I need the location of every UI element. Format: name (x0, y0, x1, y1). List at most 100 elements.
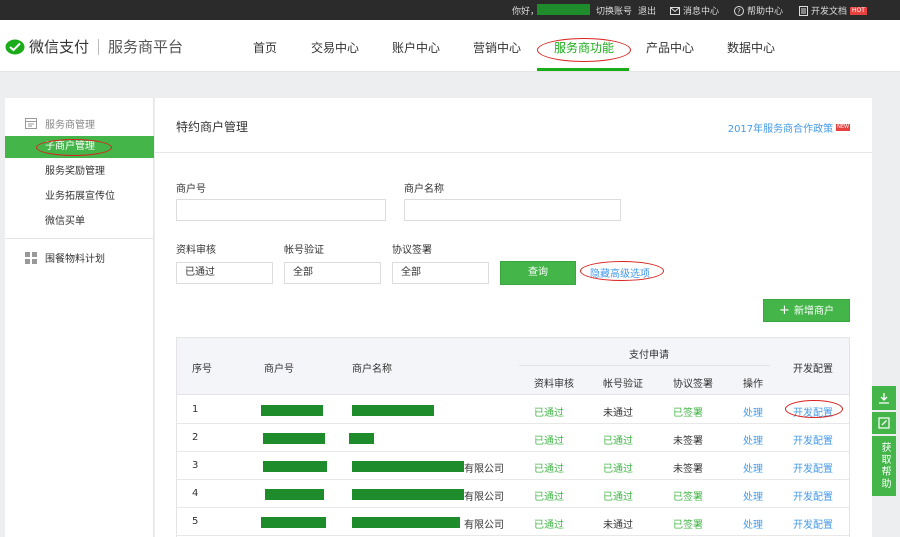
sidebar-item-wechat-bill[interactable]: 微信买单 (5, 211, 154, 233)
nav-marketing[interactable]: 营销中心 (473, 39, 521, 56)
add-merchant-button[interactable]: + 新增商户 (763, 299, 850, 322)
header: 微信支付 服务商平台 首页 交易中心 账户中心 营销中心 服务商功能 产品中心 … (0, 20, 900, 72)
account-verify-select[interactable]: 全部 (284, 262, 381, 284)
nav-data[interactable]: 数据中心 (727, 39, 775, 56)
nav-transactions[interactable]: 交易中心 (311, 39, 359, 56)
hot-badge: HOT (850, 6, 867, 15)
row-dev-config-link[interactable]: 开发配置 (793, 460, 833, 475)
edit-icon (878, 417, 890, 429)
document-icon (799, 5, 808, 16)
row-seq: 2 (192, 432, 199, 443)
download-button[interactable] (872, 386, 896, 410)
row-agreement-status: 已签署 (673, 408, 703, 419)
col-agreement: 协议签署 (673, 379, 713, 390)
mail-icon (670, 6, 680, 15)
nav-products[interactable]: 产品中心 (646, 39, 694, 56)
row-agreement-status: 未签署 (673, 464, 703, 475)
annotation-circle (537, 38, 631, 62)
policy-link[interactable]: 2017年服务商合作政策 NEW (728, 120, 850, 135)
add-merchant-label: 新增商户 (793, 306, 834, 317)
get-help-label: 获取帮助 (879, 442, 890, 490)
query-button[interactable]: 查询 (500, 261, 576, 285)
policy-link-label: 2017年服务商合作政策 (727, 124, 834, 135)
col-merchant-id: 商户号 (264, 364, 294, 375)
review-label: 资料审核 (176, 245, 216, 256)
row-review-status: 已通过 (534, 464, 564, 475)
dev-docs-link[interactable]: 开发文档 HOT (799, 4, 867, 17)
agreement-select[interactable]: 全部 (392, 262, 489, 284)
row-account-status: 已通过 (603, 464, 633, 475)
sidebar-item-service-rewards[interactable]: 服务奖励管理 (5, 161, 154, 183)
redacted-merchant-id (265, 489, 324, 500)
row-account-status: 已通过 (603, 492, 633, 503)
row-dev-config-link[interactable]: 开发配置 (793, 488, 833, 503)
nav-account[interactable]: 账户中心 (392, 39, 440, 56)
col-action: 操作 (743, 379, 763, 390)
sidebar-item-promotion[interactable]: 业务拓展宣传位 (5, 186, 154, 208)
row-agreement-status: 已签署 (673, 492, 703, 503)
table-row: 3 有限公司 已通过 已通过 未签署 处理 开发配置 (177, 452, 849, 480)
table-row: 4 有限公司 已通过 已通过 已签署 处理 开发配置 (177, 480, 849, 508)
annotation-circle (785, 400, 843, 418)
sidebar-group-label: 围餐物料计划 (45, 254, 105, 265)
header-subline (519, 365, 770, 366)
row-dev-config-link[interactable]: 开发配置 (793, 516, 833, 531)
message-center-link[interactable]: 消息中心 (670, 4, 719, 17)
row-review-status: 已通过 (534, 408, 564, 419)
nav-home[interactable]: 首页 (253, 39, 277, 56)
title-divider (155, 152, 872, 153)
feedback-button[interactable] (872, 412, 896, 434)
redacted-merchant-name (352, 517, 460, 528)
col-pay-apply: 支付申请 (629, 350, 669, 361)
grid-icon (25, 251, 37, 264)
page-title: 特约商户管理 (176, 120, 249, 134)
row-review-status: 已通过 (534, 492, 564, 503)
row-review-status: 已通过 (534, 520, 564, 531)
row-seq: 1 (192, 404, 199, 415)
row-process-link[interactable]: 处理 (743, 488, 763, 503)
merchant-id-input[interactable] (176, 199, 386, 221)
annotation-circle (36, 139, 112, 156)
plus-icon: + (779, 303, 790, 318)
sidebar-group-catering-materials[interactable]: 围餐物料计划 (25, 250, 105, 265)
row-process-link[interactable]: 处理 (743, 516, 763, 531)
table-row: 1 已通过 未通过 已签署 处理 开发配置 (177, 396, 849, 424)
svg-text:?: ? (737, 7, 741, 15)
merchant-name-input[interactable] (404, 199, 621, 221)
row-dev-config-link[interactable]: 开发配置 (793, 432, 833, 447)
help-center-link[interactable]: ? 帮助中心 (734, 4, 783, 17)
row-account-status: 未通过 (603, 520, 633, 531)
row-merchant-name-suffix: 有限公司 (464, 520, 504, 531)
row-agreement-status: 已签署 (673, 520, 703, 531)
sidebar-divider (5, 238, 154, 239)
switch-account-link[interactable]: 切换账号 (596, 4, 632, 17)
row-process-link[interactable]: 处理 (743, 460, 763, 475)
row-account-status: 未通过 (603, 408, 633, 419)
message-center-label: 消息中心 (683, 7, 720, 17)
sidebar-group-label: 服务商管理 (45, 120, 95, 131)
review-select[interactable]: 已通过 (176, 262, 273, 284)
row-process-link[interactable]: 处理 (743, 432, 763, 447)
annotation-circle (580, 261, 664, 281)
logout-link[interactable]: 退出 (638, 4, 656, 17)
col-merchant-name: 商户名称 (352, 364, 392, 375)
col-account-verify: 帐号验证 (603, 379, 643, 390)
row-process-link[interactable]: 处理 (743, 404, 763, 419)
redacted-merchant-name (352, 489, 464, 500)
row-seq: 4 (192, 488, 199, 499)
floating-help-panel: 获取帮助 (872, 386, 896, 498)
merchant-id-label: 商户号 (176, 184, 206, 195)
top-bar: 你好， 切换账号 退出 消息中心 ? 帮助中心 开发文档 HOT (0, 0, 900, 20)
main-content: 特约商户管理 2017年服务商合作政策 NEW 商户号 商户名称 资料审核 已通… (155, 98, 872, 537)
redacted-merchant-name (352, 405, 434, 416)
dev-docs-label: 开发文档 (811, 7, 848, 17)
redacted-merchant-id (263, 461, 327, 472)
nav-active-indicator (537, 68, 629, 71)
sidebar: 服务商管理 子商户管理 服务奖励管理 业务拓展宣传位 微信买单 围餐物料计划 (5, 98, 154, 537)
download-icon (879, 393, 889, 404)
row-merchant-name-suffix: 有限公司 (464, 492, 504, 503)
row-agreement-status: 未签署 (673, 436, 703, 447)
get-help-button[interactable]: 获取帮助 (872, 436, 896, 496)
merchant-table: 序号 商户号 商户名称 支付申请 资料审核 帐号验证 协议签署 操作 开发配置 … (176, 337, 850, 537)
row-account-status: 已通过 (603, 436, 633, 447)
